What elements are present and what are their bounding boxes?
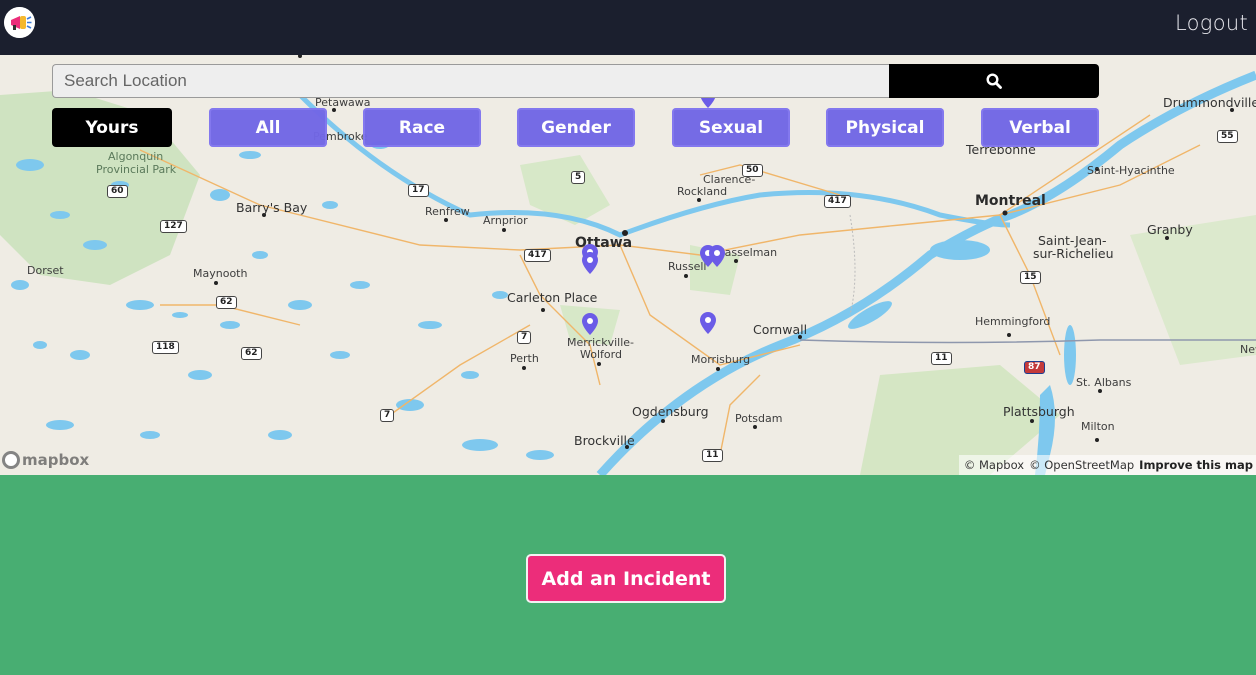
label-casselman: Casselman bbox=[717, 246, 778, 259]
label-hemmingford: Hemmingford bbox=[975, 315, 1051, 328]
label-perth: Perth bbox=[510, 352, 539, 365]
label-saint-hyacinthe: Saint-Hyacinthe bbox=[1087, 164, 1175, 177]
incident-marker-pin[interactable] bbox=[709, 245, 725, 267]
label-sur-richelieu: sur-Richelieu bbox=[1033, 246, 1114, 261]
label-montreal: Montreal bbox=[975, 193, 1046, 209]
improve-map-link[interactable]: Improve this map bbox=[1139, 458, 1253, 475]
shield-62-south: 62 bbox=[241, 347, 262, 360]
label-provincial-park: Provincial Park bbox=[96, 163, 177, 176]
filter-yours-button[interactable]: Yours bbox=[52, 108, 172, 147]
label-granby: Granby bbox=[1147, 222, 1193, 237]
label-arnprior: Arnprior bbox=[483, 214, 528, 227]
label-new: New bbox=[1240, 343, 1256, 356]
shield-55: 55 bbox=[1217, 130, 1238, 143]
label-renfrew: Renfrew bbox=[425, 205, 470, 218]
shield-127: 127 bbox=[160, 220, 187, 233]
label-algonquin: Algonquin bbox=[108, 150, 164, 163]
shield-7-west: 7 bbox=[380, 409, 395, 422]
attribution-osm-link[interactable]: © OpenStreetMap bbox=[1029, 458, 1134, 475]
shield-17: 17 bbox=[408, 184, 429, 197]
megaphone-logo-icon[interactable] bbox=[4, 7, 35, 38]
label-cornwall: Cornwall bbox=[753, 322, 808, 337]
label-brockville: Brockville bbox=[574, 433, 635, 448]
shield-7-east: 7 bbox=[517, 331, 532, 344]
incident-marker-pin[interactable] bbox=[700, 312, 716, 334]
incident-marker-pin[interactable] bbox=[582, 252, 598, 274]
shield-11-east: 11 bbox=[931, 352, 952, 365]
shield-15: 15 bbox=[1020, 271, 1041, 284]
filter-verbal-button[interactable]: Verbal bbox=[981, 108, 1099, 147]
mapbox-logo[interactable]: mapbox bbox=[2, 451, 89, 469]
label-wolford: Wolford bbox=[580, 348, 622, 361]
filter-race-button[interactable]: Race bbox=[363, 108, 481, 147]
shield-417-east: 417 bbox=[824, 195, 851, 208]
label-barrys-bay: Barry's Bay bbox=[236, 200, 308, 215]
filter-all-button[interactable]: All bbox=[209, 108, 327, 147]
search-icon bbox=[986, 73, 1002, 89]
map-attribution: © Mapbox © OpenStreetMap Improve this ma… bbox=[958, 455, 1256, 475]
top-navbar: Logout bbox=[0, 0, 1256, 55]
label-maynooth: Maynooth bbox=[193, 267, 248, 280]
shield-62-north: 62 bbox=[216, 296, 237, 309]
mapbox-logo-text: mapbox bbox=[22, 451, 90, 469]
search-location-input[interactable] bbox=[52, 64, 889, 98]
shield-50: 50 bbox=[742, 164, 763, 177]
label-ogdensburg: Ogdensburg bbox=[632, 404, 709, 419]
label-morrisburg: Morrisburg bbox=[691, 353, 751, 366]
incident-map[interactable]: Montreal Ottawa Drummondville Terrebonne… bbox=[0, 55, 1256, 475]
shield-interstate-87: 87 bbox=[1024, 361, 1045, 374]
attribution-mapbox-link[interactable]: © Mapbox bbox=[964, 458, 1024, 475]
shield-5: 5 bbox=[571, 171, 586, 184]
label-drummondville: Drummondville bbox=[1163, 95, 1256, 110]
label-carleton-place: Carleton Place bbox=[507, 290, 598, 305]
logout-link[interactable]: Logout bbox=[1175, 11, 1248, 35]
shield-417-west: 417 bbox=[524, 249, 551, 262]
incident-marker-pin[interactable] bbox=[582, 313, 598, 335]
search-button[interactable] bbox=[889, 64, 1099, 98]
shield-11-west: 11 bbox=[702, 449, 723, 462]
label-st-albans: St. Albans bbox=[1076, 376, 1132, 389]
filter-physical-button[interactable]: Physical bbox=[826, 108, 944, 147]
label-plattsburgh: Plattsburgh bbox=[1003, 404, 1075, 419]
label-milton: Milton bbox=[1081, 420, 1115, 433]
add-incident-button[interactable]: Add an Incident bbox=[526, 554, 726, 603]
mapbox-ring-icon bbox=[2, 451, 20, 469]
label-dorset: Dorset bbox=[27, 264, 64, 277]
label-rockland: Rockland bbox=[677, 185, 728, 198]
filter-gender-button[interactable]: Gender bbox=[517, 108, 635, 147]
label-potsdam: Potsdam bbox=[735, 412, 783, 425]
shield-118: 118 bbox=[152, 341, 179, 354]
shield-60: 60 bbox=[107, 185, 128, 198]
filter-sexual-button[interactable]: Sexual bbox=[672, 108, 790, 147]
